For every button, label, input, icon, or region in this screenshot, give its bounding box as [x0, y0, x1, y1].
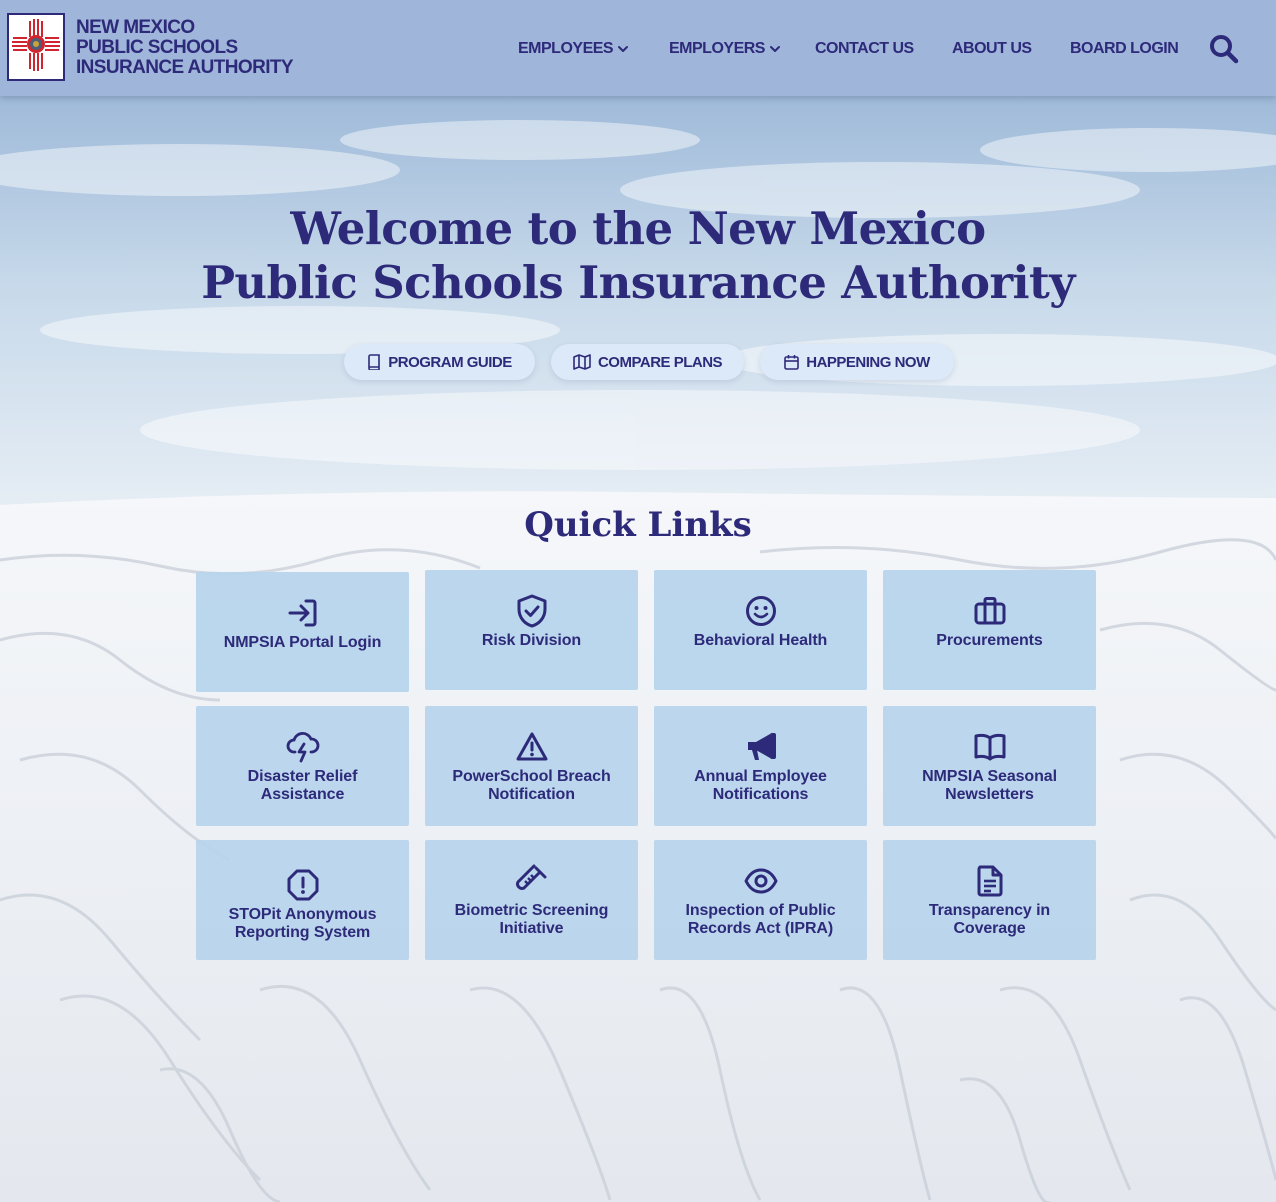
quick-link-portal-login[interactable]: NMPSIA Portal Login: [196, 572, 409, 692]
quick-links-title: Quick Links: [524, 505, 752, 545]
nav-about-us-label: ABOUT US: [952, 40, 1032, 57]
login-icon: [288, 599, 316, 627]
hero-title-line-1: Welcome to the New Mexico: [290, 202, 986, 255]
alert-octagon-icon: [287, 869, 318, 901]
quick-link-label: Procurements: [936, 632, 1043, 649]
program-guide-button[interactable]: PROGRAM GUIDE: [344, 344, 535, 380]
hero-title: Welcome to the New Mexico Public Schools…: [138, 202, 1138, 310]
nav-contact-us[interactable]: CONTACT US: [815, 40, 914, 58]
quick-link-label: PowerSchool Breach Notification: [452, 768, 611, 803]
document-icon: [977, 865, 1002, 897]
quick-link-label: NMPSIA Seasonal Newsletters: [922, 768, 1057, 803]
quick-link-behavioral-health[interactable]: Behavioral Health: [654, 570, 867, 690]
quick-link-label: STOPit Anonymous Reporting System: [228, 906, 377, 941]
brand-line-1: NEW MEXICO: [76, 17, 195, 38]
quick-link-risk-division[interactable]: Risk Division: [425, 570, 638, 690]
nav-board-login-label: BOARD LOGIN: [1070, 40, 1179, 57]
chevron-down-icon: [769, 46, 780, 52]
program-guide-label: PROGRAM GUIDE: [388, 353, 512, 371]
quick-link-label: NMPSIA Portal Login: [223, 634, 382, 651]
eye-icon: [744, 868, 777, 894]
book-icon: [368, 354, 381, 370]
quick-link-label: Behavioral Health: [693, 632, 828, 649]
nav-about-us[interactable]: ABOUT US: [952, 40, 1032, 58]
nav-employers[interactable]: EMPLOYERS: [669, 40, 781, 58]
compare-plans-label: COMPARE PLANS: [597, 353, 723, 371]
quick-link-stopit[interactable]: STOPit Anonymous Reporting System: [196, 840, 409, 960]
briefcase-icon: [974, 597, 1005, 625]
quick-link-powerschool-breach[interactable]: PowerSchool Breach Notification: [425, 706, 638, 826]
brand-line-2: PUBLIC SCHOOLS: [76, 37, 238, 58]
quick-link-disaster-relief[interactable]: Disaster Relief Assistance: [196, 706, 409, 826]
chevron-down-icon: [618, 46, 629, 52]
site-brand-name[interactable]: NEW MEXICO PUBLIC SCHOOLS INSURANCE AUTH…: [76, 18, 316, 78]
nm-zia-logo[interactable]: [7, 13, 65, 81]
nav-employees-label: EMPLOYEES: [518, 40, 614, 57]
storm-icon: [286, 732, 319, 763]
site-header: NEW MEXICO PUBLIC SCHOOLS INSURANCE AUTH…: [0, 0, 1276, 96]
happening-now-button[interactable]: HAPPENING NOW: [760, 344, 954, 380]
nav-employers-label: EMPLOYERS: [669, 40, 765, 57]
quick-link-biometric-screening[interactable]: Biometric Screening Initiative: [425, 840, 638, 960]
warning-icon: [516, 732, 547, 761]
quick-link-label: Annual Employee Notifications: [694, 768, 827, 803]
compare-plans-button[interactable]: COMPARE PLANS: [551, 344, 744, 380]
quick-link-label: Biometric Screening Initiative: [454, 902, 609, 937]
quick-link-label: Transparency in Coverage: [928, 902, 1051, 937]
open-book-icon: [974, 733, 1005, 761]
quick-link-seasonal-newsletters[interactable]: NMPSIA Seasonal Newsletters: [883, 706, 1096, 826]
megaphone-icon: [747, 733, 776, 760]
nav-employees[interactable]: EMPLOYEES: [518, 40, 629, 58]
nav-board-login[interactable]: BOARD LOGIN: [1070, 40, 1179, 58]
search-icon: [1210, 35, 1239, 64]
quick-link-procurements[interactable]: Procurements: [883, 570, 1096, 690]
smile-icon: [745, 596, 776, 626]
quick-link-annual-notifications[interactable]: Annual Employee Notifications: [654, 706, 867, 826]
hero-title-line-2: Public Schools Insurance Authority: [201, 256, 1075, 309]
quick-link-label: Inspection of Public Records Act (IPRA): [685, 902, 836, 937]
map-icon: [573, 354, 591, 370]
search-button[interactable]: [1208, 33, 1240, 65]
quick-link-label: Risk Division: [481, 632, 582, 649]
happening-now-label: HAPPENING NOW: [806, 353, 930, 371]
shield-check-icon: [517, 594, 546, 628]
quick-link-label: Disaster Relief Assistance: [247, 768, 358, 803]
brand-line-3: INSURANCE AUTHORITY: [76, 57, 294, 78]
quick-link-transparency-coverage[interactable]: Transparency in Coverage: [883, 840, 1096, 960]
calendar-icon: [784, 355, 800, 370]
quick-link-ipra[interactable]: Inspection of Public Records Act (IPRA): [654, 840, 867, 960]
test-tube-icon: [515, 864, 546, 890]
nav-contact-us-label: CONTACT US: [815, 40, 914, 57]
